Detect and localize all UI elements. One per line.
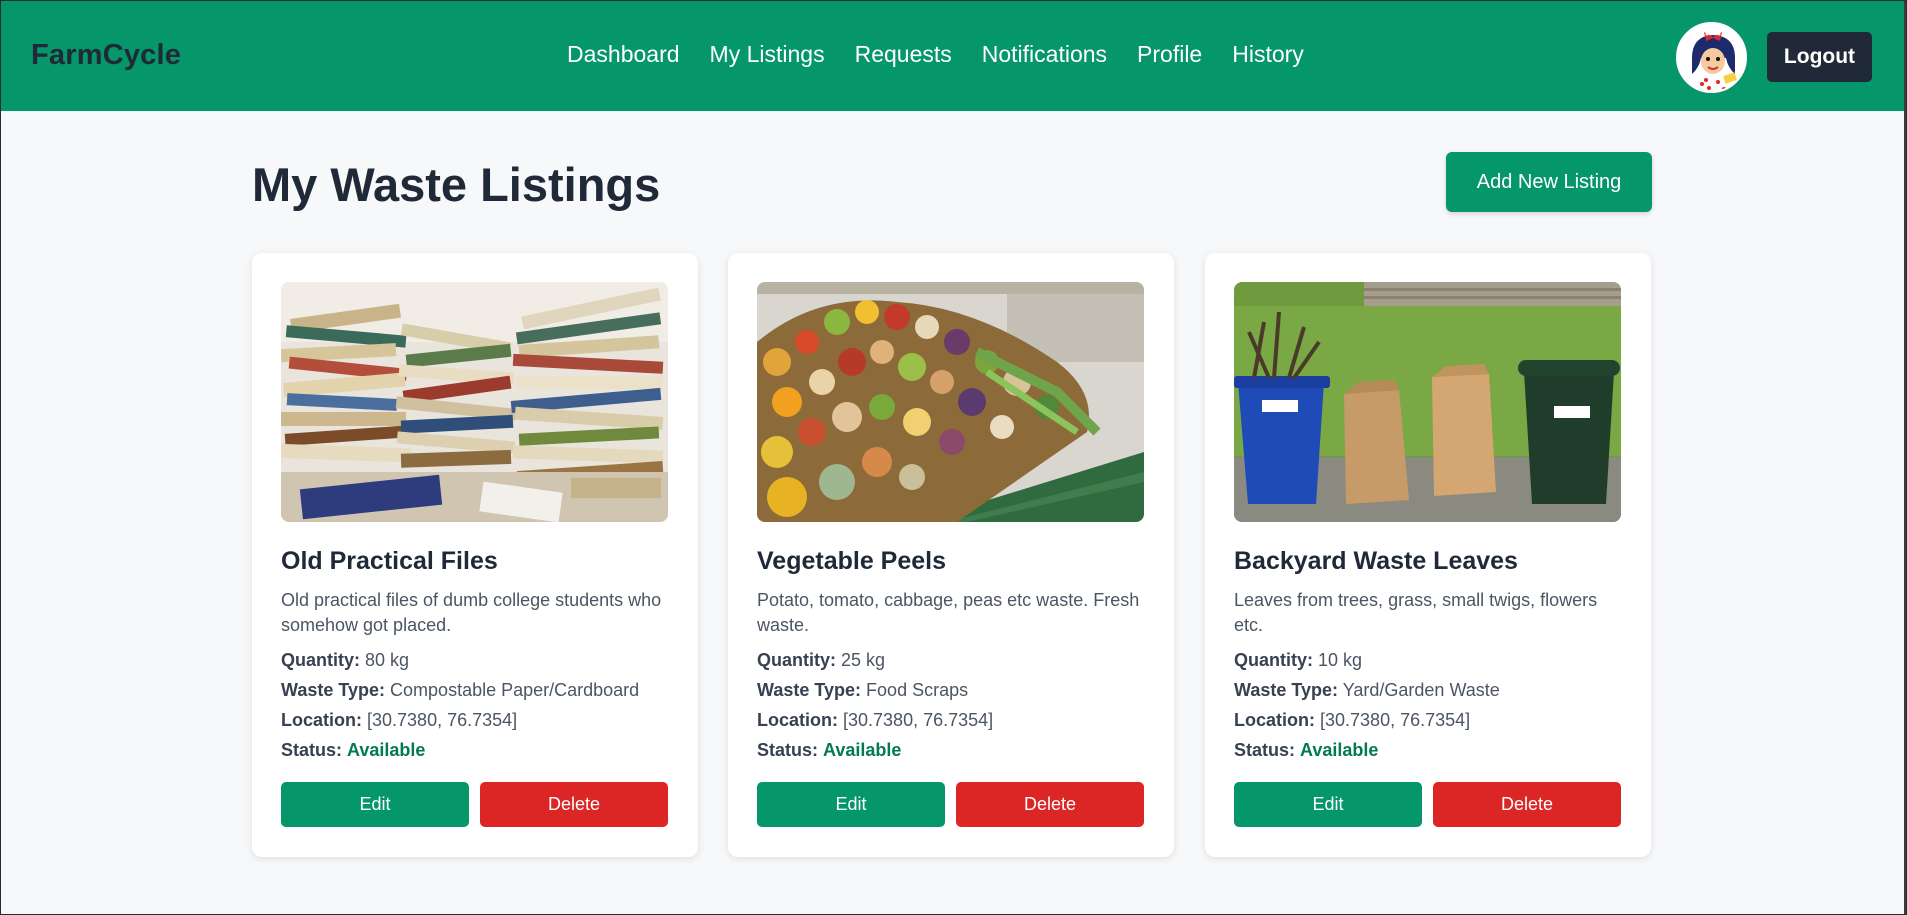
nav-dashboard[interactable]: Dashboard: [567, 41, 680, 68]
listing-status: Status: Available: [757, 740, 901, 761]
edit-button[interactable]: Edit: [281, 782, 469, 827]
nav-links: Dashboard My Listings Requests Notificat…: [567, 41, 1304, 68]
status-badge: Available: [823, 740, 902, 760]
location-label: Location:: [1234, 710, 1315, 730]
listing-waste-type: Waste Type: Yard/Garden Waste: [1234, 680, 1500, 701]
quantity-value: 25 kg: [841, 650, 886, 670]
quantity-label: Quantity:: [1234, 650, 1313, 670]
listing-quantity: Quantity: 10 kg: [1234, 650, 1362, 671]
location-value: [30.7380, 76.7354]: [843, 710, 994, 730]
listing-description: Old practical files of dumb college stud…: [281, 590, 662, 635]
top-navbar: FarmCycle Dashboard My Listings Requests…: [1, 1, 1906, 111]
listing-title: Vegetable Peels: [757, 547, 947, 575]
listing-waste-type: Waste Type: Food Scraps: [757, 680, 968, 701]
quantity-label: Quantity:: [757, 650, 836, 670]
brand-logo[interactable]: FarmCycle: [31, 39, 181, 72]
nav-requests[interactable]: Requests: [855, 41, 952, 68]
waste-type-value: Compostable Paper/Cardboard: [390, 680, 640, 700]
listing-status: Status: Available: [281, 740, 425, 761]
listing-title: Old Practical Files: [281, 547, 498, 575]
delete-button[interactable]: Delete: [1433, 782, 1621, 827]
nav-profile[interactable]: Profile: [1137, 41, 1202, 68]
waste-type-label: Waste Type:: [1234, 680, 1339, 700]
waste-type-value: Yard/Garden Waste: [1342, 680, 1500, 700]
listing-title: Backyard Waste Leaves: [1234, 547, 1518, 575]
delete-button[interactable]: Delete: [480, 782, 668, 827]
location-value: [30.7380, 76.7354]: [1320, 710, 1471, 730]
app-window: FarmCycle Dashboard My Listings Requests…: [0, 0, 1907, 915]
listing-card: Vegetable Peels Potato, tomato, cabbage,…: [728, 253, 1174, 857]
add-new-listing-button[interactable]: Add New Listing: [1446, 152, 1652, 212]
location-value: [30.7380, 76.7354]: [367, 710, 518, 730]
avatar-cartoon-icon: [1678, 24, 1745, 91]
status-badge: Available: [1300, 740, 1379, 760]
location-label: Location:: [757, 710, 838, 730]
status-label: Status:: [757, 740, 819, 760]
nav-my-listings[interactable]: My Listings: [710, 41, 825, 68]
status-label: Status:: [1234, 740, 1296, 760]
listing-status: Status: Available: [1234, 740, 1378, 761]
quantity-label: Quantity:: [281, 650, 360, 670]
waste-type-label: Waste Type:: [757, 680, 862, 700]
waste-type-label: Waste Type:: [281, 680, 386, 700]
listing-location: Location: [30.7380, 76.7354]: [1234, 710, 1470, 731]
stacked-books-image: [281, 282, 668, 522]
listing-location: Location: [30.7380, 76.7354]: [757, 710, 993, 731]
listing-description: Leaves from trees, grass, small twigs, f…: [1234, 590, 1598, 635]
listing-quantity: Quantity: 80 kg: [281, 650, 409, 671]
quantity-value: 80 kg: [365, 650, 410, 670]
quantity-value: 10 kg: [1318, 650, 1363, 670]
location-label: Location:: [281, 710, 362, 730]
nav-notifications[interactable]: Notifications: [982, 41, 1107, 68]
logout-button[interactable]: Logout: [1767, 32, 1872, 82]
listing-location: Location: [30.7380, 76.7354]: [281, 710, 517, 731]
edit-button[interactable]: Edit: [757, 782, 945, 827]
listing-card: Backyard Waste Leaves Leaves from trees,…: [1205, 253, 1651, 857]
listing-quantity: Quantity: 25 kg: [757, 650, 885, 671]
page-title: My Waste Listings: [252, 158, 661, 211]
listing-card: Old Practical Files Old practical files …: [252, 253, 698, 857]
waste-type-value: Food Scraps: [866, 680, 969, 700]
user-avatar[interactable]: [1676, 22, 1747, 93]
edit-button[interactable]: Edit: [1234, 782, 1422, 827]
yard-waste-bins-image: [1234, 282, 1621, 522]
listing-description: Potato, tomato, cabbage, peas etc waste.…: [757, 590, 1140, 635]
listing-waste-type: Waste Type: Compostable Paper/Cardboard: [281, 680, 639, 701]
delete-button[interactable]: Delete: [956, 782, 1144, 827]
status-label: Status:: [281, 740, 343, 760]
vegetable-pile-image: [757, 282, 1144, 522]
nav-history[interactable]: History: [1232, 41, 1304, 68]
status-badge: Available: [347, 740, 426, 760]
